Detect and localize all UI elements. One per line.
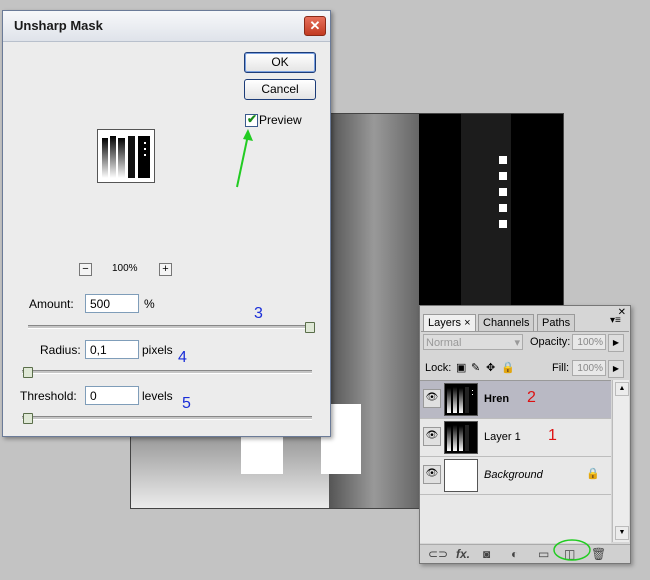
amount-annotation: 3 — [254, 305, 263, 322]
radius-unit: pixels — [142, 343, 173, 357]
layer1-annotation: 1 — [548, 427, 557, 444]
preview-checkbox[interactable]: ✔ — [245, 112, 258, 127]
layer-row-layer-1[interactable]: 👁 Layer 1 1 — [420, 419, 611, 457]
amount-label: Amount: — [29, 297, 74, 311]
tab-layers[interactable]: Layers × — [423, 314, 476, 331]
blend-mode-value: Normal — [426, 337, 462, 349]
dialog-title: Unsharp Mask — [14, 18, 103, 33]
layers-bottom-toolbar: ⊂⊃ fx. ◙ ◐ ▭ ◫ 🗑 — [420, 539, 630, 563]
layer-hren-annotation: 2 — [527, 389, 536, 406]
preview-label: Preview — [259, 113, 302, 127]
layer-list-scrollbar[interactable]: ▲ ▼ — [612, 380, 629, 542]
scroll-up-icon[interactable]: ▲ — [615, 382, 629, 396]
tab-layers-label: Layers — [428, 317, 462, 329]
opacity-field[interactable]: 100% — [572, 334, 606, 350]
layers-panel: ✕ Layers × Channels Paths ▾≡ Normal ▾ Op… — [419, 305, 631, 564]
tab-paths[interactable]: Paths — [537, 314, 576, 331]
green-circle-annotation — [553, 539, 591, 561]
amount-field[interactable]: 500 — [85, 294, 139, 313]
canvas-dot — [499, 172, 507, 180]
layer-name: Hren — [484, 393, 510, 405]
radius-field[interactable]: 0,1 — [85, 340, 139, 359]
blend-mode-select[interactable]: Normal ▾ — [423, 334, 523, 350]
dialog-titlebar[interactable]: Unsharp Mask ✕ — [3, 11, 330, 42]
layer-row-hren[interactable]: 👁 Hren 2 — [420, 381, 611, 419]
fx-icon[interactable]: fx. — [456, 547, 470, 561]
tab-close-icon[interactable]: × — [464, 317, 470, 329]
lock-icon: 🔒 — [586, 468, 600, 480]
group-icon[interactable]: ▭ — [538, 547, 549, 561]
tab-channels[interactable]: Channels — [478, 314, 535, 331]
canvas-dot — [499, 156, 507, 164]
panel-menu-icon[interactable]: ▾≡ — [610, 315, 621, 326]
amount-slider-thumb[interactable] — [305, 322, 315, 333]
layer-thumbnail — [444, 383, 478, 416]
layer-row-background[interactable]: 👁 Background 🔒 — [420, 457, 611, 495]
mask-icon[interactable]: ◙ — [483, 547, 490, 561]
threshold-unit: levels — [142, 389, 173, 403]
layer-thumbnail-image — [447, 387, 473, 413]
divider — [421, 331, 629, 332]
layer-list: 👁 Hren 2 👁 Layer 1 1 👁 Background 🔒 — [420, 380, 611, 543]
canvas-dot — [499, 204, 507, 212]
ok-button[interactable]: OK — [244, 52, 316, 73]
opacity-arrow-icon[interactable]: ▶ — [608, 334, 624, 352]
trash-icon[interactable]: 🗑 — [591, 547, 606, 561]
cancel-button[interactable]: Cancel — [244, 79, 316, 100]
green-arrow-icon — [236, 129, 253, 188]
lock-all-icon[interactable]: 🔒 — [501, 361, 515, 374]
threshold-slider-track[interactable] — [22, 416, 312, 420]
lock-image-icon[interactable]: ✎ — [471, 361, 480, 374]
check-icon: ✔ — [247, 112, 258, 126]
canvas-dot — [499, 220, 507, 228]
layer-thumbnail-image — [447, 425, 469, 451]
fill-label: Fill: — [552, 362, 570, 374]
opacity-label: Opacity: — [530, 336, 571, 348]
zoom-in-button[interactable]: + — [159, 263, 172, 276]
layer-name: Layer 1 — [484, 431, 521, 443]
close-icon[interactable]: ✕ — [304, 16, 326, 36]
zoom-level: 100% — [112, 263, 138, 274]
radius-slider-thumb[interactable] — [23, 367, 33, 378]
preview-thumbnail[interactable] — [97, 129, 155, 183]
unsharp-mask-dialog: Unsharp Mask ✕ OK Cancel ✔ Preview − 100… — [2, 10, 331, 437]
layer-name: Background — [484, 469, 543, 481]
threshold-slider-thumb[interactable] — [23, 413, 33, 424]
visibility-eye-icon[interactable]: 👁 — [423, 465, 441, 484]
amount-slider-track[interactable] — [28, 325, 314, 329]
scroll-down-icon[interactable]: ▼ — [615, 526, 629, 540]
chevron-down-icon: ▾ — [514, 337, 520, 349]
radius-slider-track[interactable] — [22, 370, 312, 374]
layer-thumbnail — [444, 421, 478, 454]
link-icon[interactable]: ⊂⊃ — [428, 547, 448, 561]
lock-position-icon[interactable]: ✥ — [486, 361, 495, 374]
fill-arrow-icon[interactable]: ▶ — [608, 360, 624, 378]
preview-image — [102, 136, 150, 178]
threshold-label: Threshold: — [20, 389, 77, 403]
threshold-field[interactable]: 0 — [85, 386, 139, 405]
lock-transparent-icon[interactable]: ▣ — [456, 361, 466, 374]
radius-label: Radius: — [40, 343, 81, 357]
fill-field[interactable]: 100% — [572, 360, 606, 376]
visibility-eye-icon[interactable]: 👁 — [423, 427, 441, 446]
lock-label: Lock: — [425, 362, 452, 374]
threshold-annotation: 5 — [182, 395, 191, 412]
radius-annotation: 4 — [178, 349, 187, 366]
layer-thumbnail — [444, 459, 478, 492]
visibility-eye-icon[interactable]: 👁 — [423, 389, 441, 408]
canvas-dot — [499, 188, 507, 196]
zoom-out-button[interactable]: − — [79, 263, 92, 276]
amount-unit: % — [144, 297, 155, 311]
adjustment-icon[interactable]: ◐ — [511, 547, 518, 561]
